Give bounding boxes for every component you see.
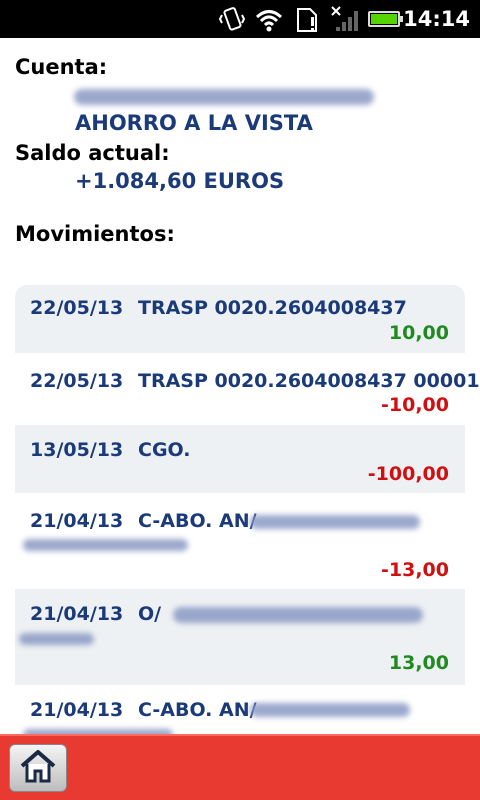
account-type: AHORRO A LA VISTA <box>75 111 313 135</box>
movement-date: 21/04/13 <box>30 510 124 532</box>
movement-date: 22/05/13 <box>30 297 124 319</box>
movement-amount: -10,00 <box>381 394 449 416</box>
redacted-concept <box>23 539 188 551</box>
redacted-concept <box>173 607 423 623</box>
movement-row[interactable]: 22/05/13 TRASP 0020.2604008437 10,00 <box>15 285 465 353</box>
movement-row[interactable]: 21/04/13 C-ABO. AN/ -13,00 <box>15 493 465 589</box>
wifi-icon <box>254 0 284 38</box>
saldo-value: +1.084,60 EUROS <box>75 169 285 193</box>
redacted-concept <box>250 703 410 717</box>
bottom-bar <box>0 734 480 800</box>
movement-amount: 10,00 <box>388 322 449 344</box>
movement-row[interactable]: 13/05/13 CGO. -100,00 <box>15 425 465 493</box>
account-detail[interactable]: Cuenta: AHORRO A LA VISTA Saldo actual: … <box>0 38 480 734</box>
vibrate-icon <box>218 0 246 38</box>
movement-amount: 13,00 <box>388 652 449 674</box>
movement-concept: C-ABO. AN/ <box>138 699 257 721</box>
movement-concept: TRASP 0020.2604008437 00001 <box>138 370 480 392</box>
movement-date: 13/05/13 <box>30 439 124 461</box>
home-icon <box>18 748 58 788</box>
movements-list[interactable]: 22/05/13 TRASP 0020.2604008437 10,00 22/… <box>15 285 480 734</box>
home-button[interactable] <box>9 744 67 792</box>
movement-amount: -100,00 <box>367 463 449 485</box>
cuenta-label: Cuenta: <box>15 55 108 79</box>
redacted-concept <box>19 633 94 645</box>
movement-concept: TRASP 0020.2604008437 <box>138 297 407 319</box>
status-time: 14:14 <box>403 7 470 31</box>
movement-row[interactable]: 21/04/13 C-ABO. AN/ <box>15 685 465 734</box>
movement-row[interactable]: 21/04/13 O/ 13,00 <box>15 589 465 685</box>
movement-concept: O/ <box>138 603 162 625</box>
status-bar: 14:14 <box>0 0 480 38</box>
movement-concept: CGO. <box>138 439 191 461</box>
movement-concept: C-ABO. AN/ <box>138 510 257 532</box>
movement-date: 21/04/13 <box>30 603 124 625</box>
movement-row[interactable]: 22/05/13 TRASP 0020.2604008437 00001 -10… <box>15 353 480 425</box>
saldo-label: Saldo actual: <box>15 141 170 165</box>
redacted-account-number <box>74 89 374 105</box>
no-signal-icon <box>330 0 360 38</box>
movimientos-label: Movimientos: <box>15 222 175 246</box>
battery-icon <box>368 11 403 27</box>
sim-card-icon <box>294 0 322 38</box>
movement-amount: -13,00 <box>381 559 449 581</box>
redacted-concept <box>250 515 420 529</box>
movement-date: 22/05/13 <box>30 370 124 392</box>
movement-date: 21/04/13 <box>30 699 124 721</box>
